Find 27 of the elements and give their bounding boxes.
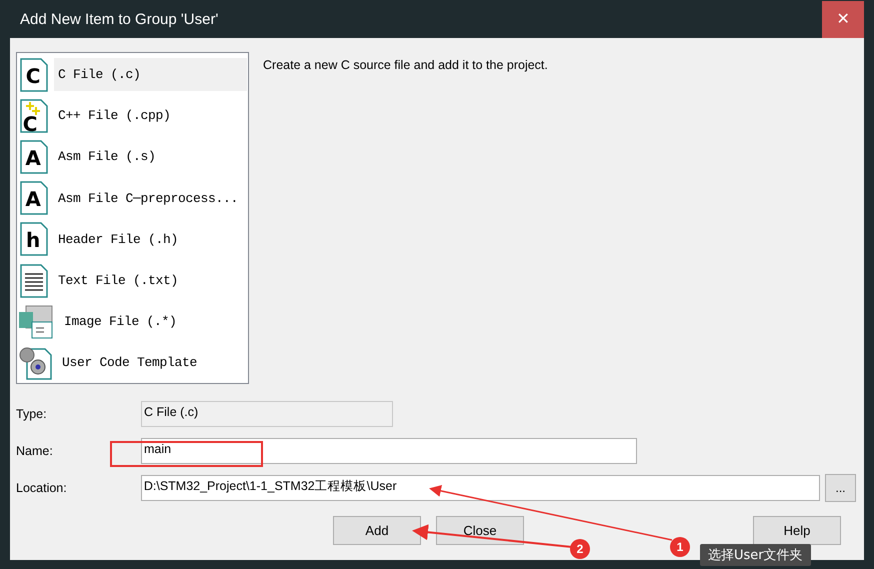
browse-button[interactable]: ... bbox=[825, 474, 856, 502]
file-type-item[interactable]: C File (.c) bbox=[54, 58, 247, 92]
file-icon: C bbox=[18, 56, 50, 93]
field-label: Name: bbox=[16, 444, 54, 458]
file-type-item[interactable]: User Code Template bbox=[58, 346, 247, 380]
file-type-item[interactable]: Text File (.txt) bbox=[54, 264, 247, 298]
description-text: Create a new C source file and add it to the project. bbox=[263, 58, 548, 74]
window-title: Add New Item to Group 'User' bbox=[19, 10, 218, 28]
dialog-button[interactable]: Close bbox=[436, 516, 524, 545]
file-icon: A bbox=[18, 180, 50, 216]
input-field[interactable]: C File (.c) bbox=[141, 401, 393, 427]
dialog-button[interactable]: Add bbox=[333, 516, 421, 545]
input-field[interactable]: D:\STM32_Project\1-1_STM32工程模板\User bbox=[140, 475, 820, 501]
file-icon: C bbox=[18, 98, 50, 134]
file-icon: h bbox=[18, 221, 50, 258]
file-type-item[interactable]: Asm File C─preprocess... bbox=[54, 182, 247, 215]
dialog-button[interactable]: Help bbox=[753, 516, 841, 545]
tooltip: 选择User文件夹 bbox=[700, 544, 811, 566]
field-label: Location: bbox=[16, 481, 68, 495]
file-type-item[interactable]: C++ File (.cpp) bbox=[54, 99, 247, 132]
file-type-item[interactable]: Asm File (.s) bbox=[54, 140, 247, 174]
close-button[interactable]: ✕ bbox=[822, 0, 864, 38]
input-field[interactable]: main bbox=[141, 438, 637, 464]
file-icon: A bbox=[18, 138, 50, 175]
field-label: Type: bbox=[16, 407, 48, 421]
file-type-item[interactable]: Image File (.*) bbox=[60, 305, 247, 338]
file-type-item[interactable]: Header File (.h) bbox=[54, 222, 247, 256]
